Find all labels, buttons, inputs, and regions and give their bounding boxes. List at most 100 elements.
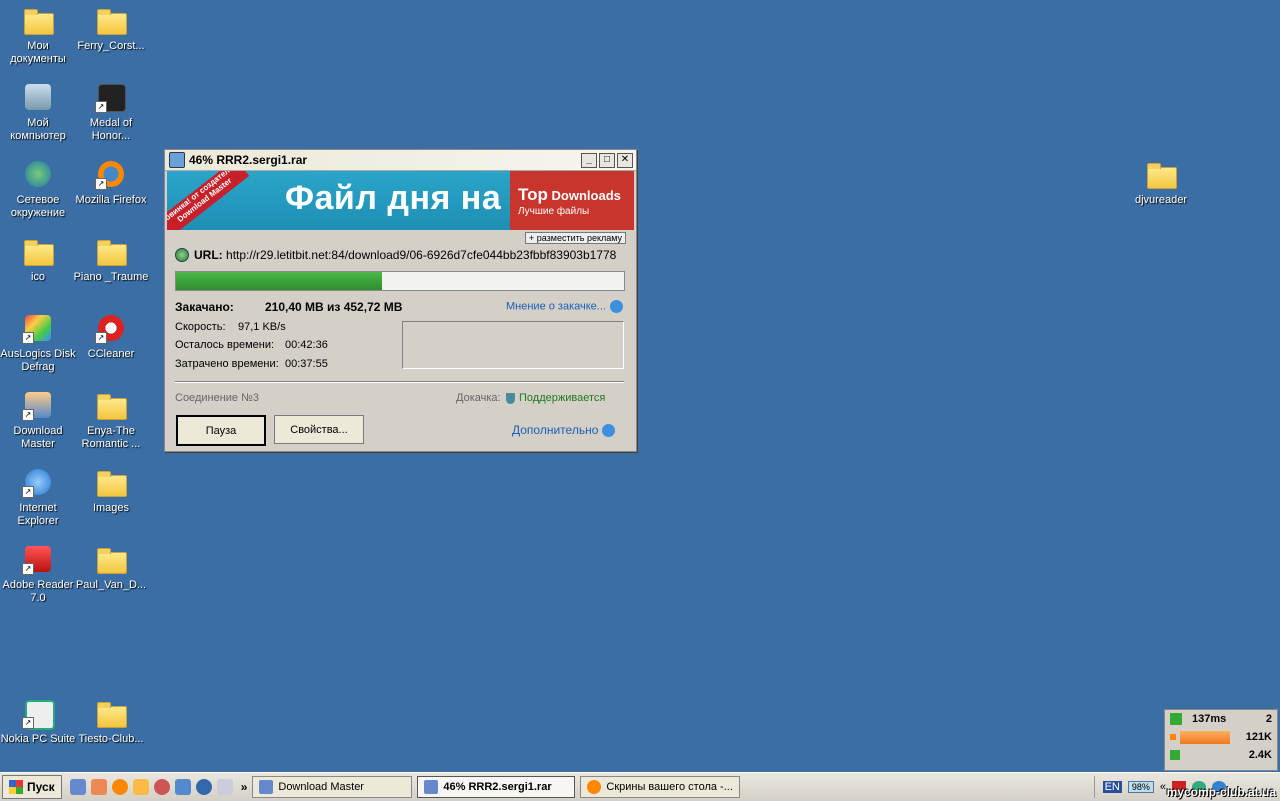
maximize-button[interactable]: □ <box>599 152 615 168</box>
desktop-icon-download-master[interactable]: ↗ Download Master <box>0 389 76 451</box>
shield-icon <box>506 392 515 404</box>
battery-indicator[interactable]: 98% <box>1127 781 1154 793</box>
desktop-icon-piano-traume[interactable]: Piano _Traume <box>73 235 149 284</box>
desktop-icon-medal-of-honor[interactable]: ↗ Medal of Honor... <box>73 81 149 143</box>
desktop-icon-ico[interactable]: ico <box>0 235 76 284</box>
properties-button[interactable]: Свойства... <box>274 415 364 444</box>
desktop-icon-label: Сетевое окружение <box>10 194 66 219</box>
progress-fill <box>176 272 383 290</box>
desktop-icon-label: CCleaner <box>87 348 135 360</box>
network-monitor-widget[interactable]: 137ms 2 121K 2.4K <box>1164 709 1278 771</box>
download-master-icon <box>259 780 274 794</box>
upload-rate: 2.4K <box>1248 749 1272 761</box>
defrag-icon: ↗ <box>22 312 54 344</box>
widget-upload-row: 2.4K <box>1165 746 1277 764</box>
downloaded-label: Закачано: <box>175 300 234 314</box>
place-ad-button[interactable]: + разместить рекламу <box>525 232 627 244</box>
desktop-icon-label: AusLogics Disk Defrag <box>0 348 76 373</box>
folder-icon <box>95 389 127 421</box>
folder-icon <box>95 543 127 575</box>
desktop-icon-label: Nokia PC Suite <box>0 733 76 745</box>
elapsed-label: Затрачено времени: <box>175 358 279 370</box>
desktop-icon-enya[interactable]: Enya-The Romantic ... <box>73 389 149 451</box>
window-titlebar[interactable]: 46% RRR2.sergi1.rar _ □ ✕ <box>165 150 636 171</box>
ie-icon: ↗ <box>22 466 54 498</box>
downloaded-value: 210,40 MB из 452,72 MB <box>265 300 403 314</box>
download-window: 46% RRR2.sergi1.rar _ □ ✕ новинка! от со… <box>164 149 637 452</box>
pause-button[interactable]: Пауза <box>176 415 266 446</box>
desktop-icon-my-computer[interactable]: Мой компьютер <box>0 81 76 143</box>
banner-headline: Файл дня на <box>285 179 502 217</box>
expand-icon <box>602 424 616 438</box>
desktop-icon-adobe-reader[interactable]: ↗ Adobe Reader 7.0 <box>0 543 76 605</box>
ping-value: 137ms <box>1192 713 1227 725</box>
desktop-icon-auslogics[interactable]: ↗ AusLogics Disk Defrag <box>0 312 76 374</box>
opinion-link[interactable]: Мнение о закачке... <box>506 300 623 313</box>
download-indicator-icon <box>1170 734 1176 740</box>
comment-icon <box>609 300 623 313</box>
url-label: URL: <box>194 248 223 262</box>
widget-download-row: 121K <box>1165 728 1277 746</box>
desktop-icon-ccleaner[interactable]: ↗ CCleaner <box>73 312 149 361</box>
banner-brand-downloads: Downloads <box>551 188 621 203</box>
refresh-icon[interactable] <box>174 779 191 795</box>
folder-icon <box>1145 158 1177 190</box>
download-progress-bar <box>175 271 625 291</box>
task-label: Download Master <box>278 781 364 793</box>
download-master-icon[interactable] <box>69 779 86 795</box>
desktop-icon-ferry-corsten[interactable]: Ferry_Corst... <box>73 4 149 53</box>
ad-banner[interactable]: новинка! от создателей Download Master Ф… <box>167 171 634 230</box>
pencil-icon[interactable] <box>132 779 149 795</box>
play-icon[interactable] <box>195 779 212 795</box>
desktop-icon-label: Paul_Van_D... <box>75 579 147 591</box>
folder-icon <box>95 697 127 729</box>
speed-label: Скорость: <box>175 321 226 333</box>
desktop-icon-images[interactable]: Images <box>73 466 149 515</box>
widget-ping-row: 137ms 2 <box>1165 710 1277 728</box>
more-link[interactable]: Дополнительно <box>512 423 616 438</box>
desktop-icon-label: ico <box>30 271 46 283</box>
start-button[interactable]: Пуск <box>2 775 62 799</box>
desktop-icon-internet-explorer[interactable]: ↗ Internet Explorer <box>0 466 76 528</box>
ccleaner-icon: ↗ <box>95 312 127 344</box>
messenger-icon[interactable] <box>216 779 233 795</box>
desktop-icon-network[interactable]: Сетевое окружение <box>0 158 76 220</box>
my-computer-icon <box>22 81 54 113</box>
desktop-icon-tiesto-club[interactable]: Tiesto-Club... <box>73 697 149 746</box>
banner-ribbon: новинка! от создателей Download Master <box>167 171 250 230</box>
language-indicator[interactable]: EN <box>1102 781 1122 793</box>
close-button[interactable]: ✕ <box>617 152 633 168</box>
url-value: http://r29.letitbit.net:84/download9/06-… <box>226 248 617 262</box>
resume-status: Поддерживается <box>506 392 605 404</box>
minimize-button[interactable]: _ <box>581 152 597 168</box>
connection-count: 2 <box>1265 713 1272 725</box>
desktop-icon-label: Piano _Traume <box>73 271 149 283</box>
media-icon[interactable] <box>153 779 170 795</box>
quick-launch-chevron[interactable]: » <box>241 780 248 794</box>
banner-brand-sub: Лучшие файлы <box>518 206 590 217</box>
desktop-icon-label: Enya-The Romantic ... <box>81 425 141 450</box>
desktop-icon-my-documents[interactable]: Мои документы <box>0 4 76 66</box>
globe-icon <box>175 248 189 262</box>
info-icon[interactable] <box>90 779 107 795</box>
task-download-master[interactable]: Download Master <box>252 776 413 798</box>
firefox-icon: ↗ <box>95 158 127 190</box>
desktop-icon-nokia-pc-suite[interactable]: ↗ Nokia PC Suite <box>0 697 76 746</box>
firefox-icon[interactable] <box>111 779 128 795</box>
desktop-icon-djvureader[interactable]: djvureader <box>1123 158 1199 207</box>
desktop-icon-mozilla-firefox[interactable]: ↗ Mozilla Firefox <box>73 158 149 207</box>
desktop-icon-label: Ferry_Corst... <box>77 40 145 52</box>
download-master-icon <box>424 780 439 794</box>
task-firefox[interactable]: Скрины вашего стола -... <box>580 776 741 798</box>
desktop-icon-paul-van-dyk[interactable]: Paul_Van_D... <box>73 543 149 592</box>
connection-info-panel <box>402 321 624 369</box>
opinion-link-label: Мнение о закачке... <box>506 300 606 313</box>
tray-chevron[interactable]: « <box>1160 781 1166 793</box>
resume-label: Докачка: <box>456 392 501 404</box>
remaining-label: Осталось времени: <box>175 339 275 351</box>
task-download-progress[interactable]: 46% RRR2.sergi1.rar <box>417 776 576 798</box>
firefox-icon <box>587 780 602 794</box>
download-rate: 121K <box>1245 731 1272 743</box>
desktop-icon-label: Adobe Reader 7.0 <box>2 579 74 604</box>
folder-icon <box>22 235 54 267</box>
